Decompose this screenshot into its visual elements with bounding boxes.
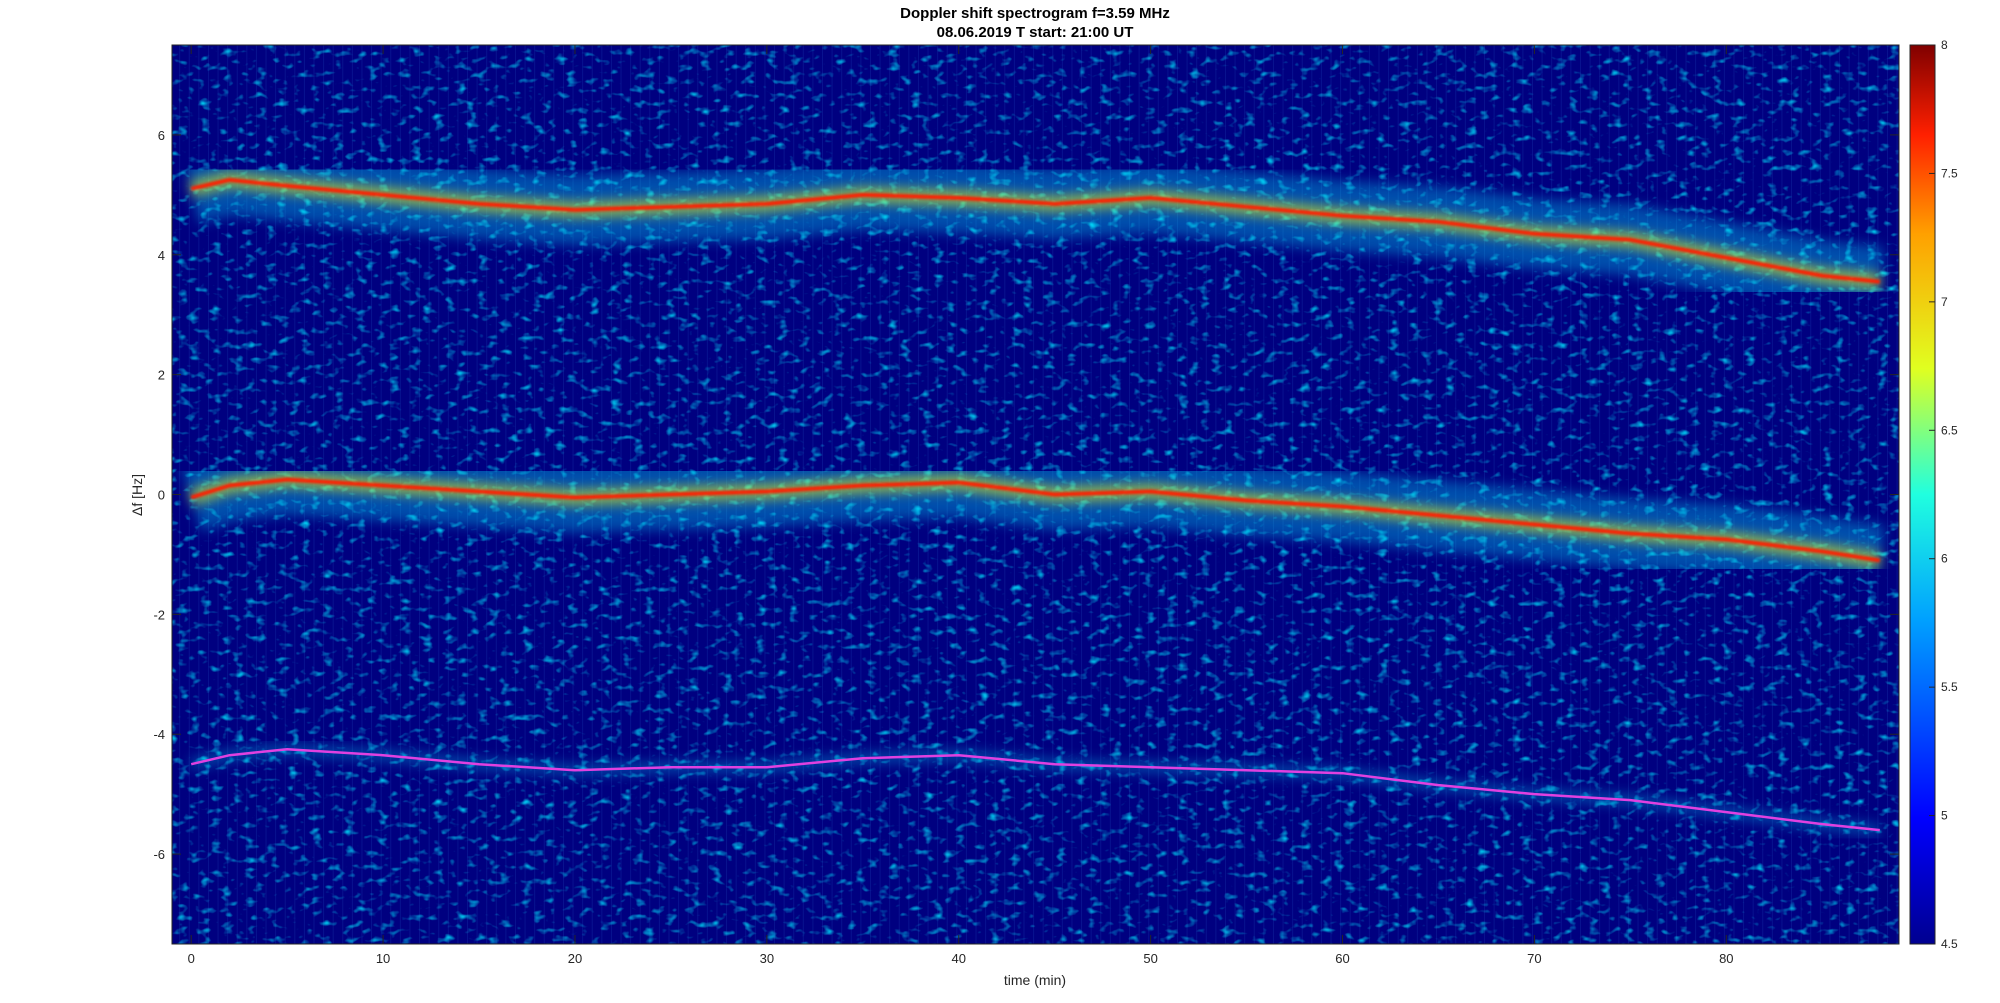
y-axis-label: Δf [Hz]	[129, 474, 145, 516]
colorbar-tick-label: 6.5	[1941, 423, 1958, 437]
x-tick-label: 50	[1143, 951, 1157, 966]
x-tick-label: 40	[952, 951, 966, 966]
x-axis-label: time (min)	[1004, 972, 1066, 988]
chart-subtitle: 08.06.2019 T start: 21:00 UT	[937, 24, 1134, 41]
y-tick-label: 0	[158, 488, 165, 503]
colorbar-tick-label: 5.5	[1941, 680, 1958, 694]
colorbar-tick-label: 4.5	[1941, 937, 1958, 951]
colorbar	[1909, 44, 1936, 945]
chart-title: Doppler shift spectrogram f=3.59 MHz	[900, 5, 1170, 22]
x-tick-label: 0	[188, 951, 195, 966]
x-tick-label: 10	[376, 951, 390, 966]
y-tick-label: 6	[158, 128, 165, 143]
x-tick-label: 60	[1335, 951, 1349, 966]
spectrogram-image	[172, 45, 1899, 944]
x-tick-label: 70	[1527, 951, 1541, 966]
y-tick-label: -4	[153, 727, 165, 742]
colorbar-tick-label: 6	[1941, 552, 1948, 566]
colorbar-tick-label: 8	[1941, 38, 1948, 52]
y-tick-label: 4	[158, 248, 165, 263]
y-tick-label: -6	[153, 847, 165, 862]
x-tick-label: 80	[1719, 951, 1733, 966]
colorbar-tick-label: 7	[1941, 295, 1948, 309]
colorbar-tick-label: 7.5	[1941, 166, 1958, 180]
y-tick-label: 2	[158, 368, 165, 383]
x-tick-label: 30	[760, 951, 774, 966]
x-tick-label: 20	[568, 951, 582, 966]
colorbar-tick-label: 5	[1941, 809, 1948, 823]
spectrogram-figure: Doppler shift spectrogram f=3.59 MHz 08.…	[129, 5, 1958, 988]
y-tick-label: -2	[153, 607, 165, 622]
